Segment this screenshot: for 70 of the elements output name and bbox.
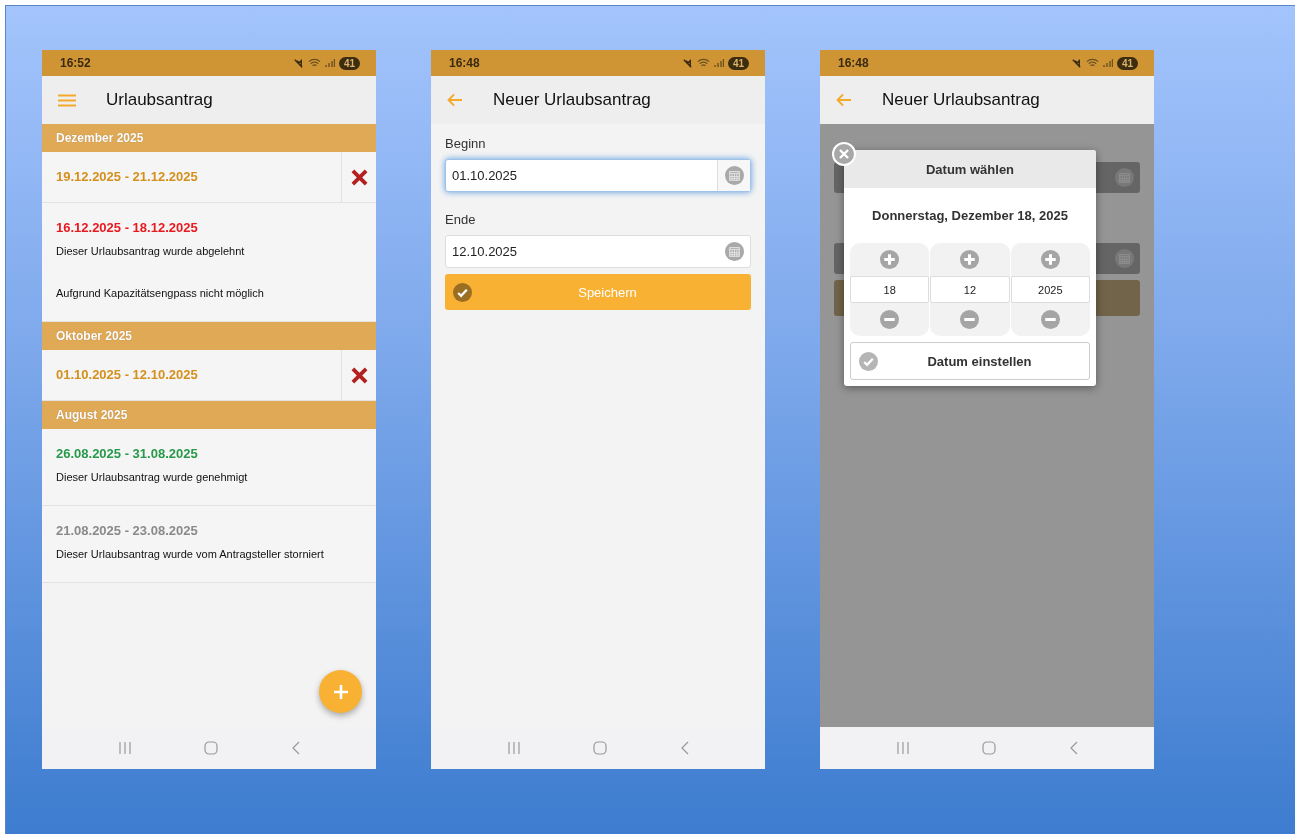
status-text: Dieser Urlaubsantrag wurde genehmigt [56, 471, 249, 483]
calendar-icon[interactable] [724, 166, 744, 185]
back-arrow-icon[interactable] [447, 93, 463, 107]
close-icon [350, 366, 368, 384]
close-icon [839, 149, 849, 159]
dialog-title: Datum wählen [844, 150, 1096, 188]
plus-icon [960, 250, 980, 269]
signal-icon [1102, 58, 1113, 68]
add-button[interactable] [319, 670, 362, 713]
mute-icon [1070, 57, 1082, 69]
check-icon [453, 282, 472, 302]
home-icon[interactable] [204, 741, 219, 755]
home-icon[interactable] [593, 741, 608, 755]
calendar-icon[interactable] [1114, 168, 1134, 187]
plus-icon [332, 683, 349, 700]
status-time: 16:48 [449, 56, 481, 70]
date-field[interactable]: 12.10.2025 [445, 235, 751, 268]
wifi-icon [696, 58, 710, 68]
recent-apps-icon[interactable] [507, 742, 522, 754]
wifi-icon [1085, 58, 1099, 68]
set-date-button[interactable]: Datum einstellen [850, 342, 1090, 380]
screen-title: Neuer Urlaubsantrag [882, 90, 1040, 110]
date-field[interactable]: 01.10.2025 [445, 159, 751, 192]
signal-icon [713, 58, 724, 68]
menu-icon[interactable] [58, 93, 76, 107]
check-icon [859, 351, 878, 371]
wifi-icon [307, 58, 321, 68]
minus-icon [880, 310, 900, 329]
status-text: Dieser Urlaubsantrag wurde vom Antragsteller storniert [56, 548, 325, 560]
plus-icon [1040, 250, 1060, 269]
date-range: 26.08.2025 - 31.08.2025 [56, 445, 199, 463]
calendar-icon[interactable] [724, 242, 744, 261]
recent-apps-icon[interactable] [118, 742, 133, 754]
month-header: August 2025 [42, 401, 376, 429]
date-range: 19.12.2025 - 21.12.2025 [56, 168, 199, 186]
spinner-value[interactable]: 12 [930, 276, 1010, 303]
close-icon [350, 168, 368, 186]
back-icon[interactable] [1068, 741, 1078, 755]
minus-icon [1040, 310, 1060, 329]
mute-icon [292, 57, 304, 69]
minus-icon [960, 310, 980, 329]
screen-title: Urlaubsantrag [106, 90, 213, 110]
status-text: Aufgrund Kapazitätsengpass nicht möglich [56, 287, 265, 299]
spinner-value[interactable]: 18 [850, 276, 930, 303]
screen-title: Neuer Urlaubsantrag [493, 90, 651, 110]
month-header: Dezember 2025 [42, 124, 376, 152]
battery-indicator: 41 [727, 56, 749, 70]
battery-indicator: 41 [338, 56, 360, 70]
date-range: 01.10.2025 - 12.10.2025 [56, 366, 199, 384]
mute-icon [681, 57, 693, 69]
back-icon[interactable] [290, 741, 300, 755]
back-icon[interactable] [679, 741, 689, 755]
spinner-value[interactable]: 2025 [1010, 276, 1090, 303]
month-header: Oktober 2025 [42, 322, 376, 350]
recent-apps-icon[interactable] [896, 742, 911, 754]
close-button[interactable] [832, 142, 856, 166]
field-label: Beginn [445, 136, 487, 151]
field-label: Ende [445, 212, 477, 227]
date-range: 21.08.2025 - 23.08.2025 [56, 522, 199, 540]
calendar-icon[interactable] [1114, 249, 1134, 268]
signal-icon [324, 58, 335, 68]
selected-date: Donnerstag, Dezember 18, 2025 [871, 208, 1069, 223]
battery-indicator: 41 [1116, 56, 1138, 70]
plus-icon [880, 250, 900, 269]
home-icon[interactable] [982, 741, 997, 755]
status-time: 16:48 [838, 56, 870, 70]
status-text: Dieser Urlaubsantrag wurde abgelehnt [56, 245, 246, 257]
date-range: 16.12.2025 - 18.12.2025 [56, 219, 199, 237]
back-arrow-icon[interactable] [836, 93, 852, 107]
status-time: 16:52 [60, 56, 92, 70]
